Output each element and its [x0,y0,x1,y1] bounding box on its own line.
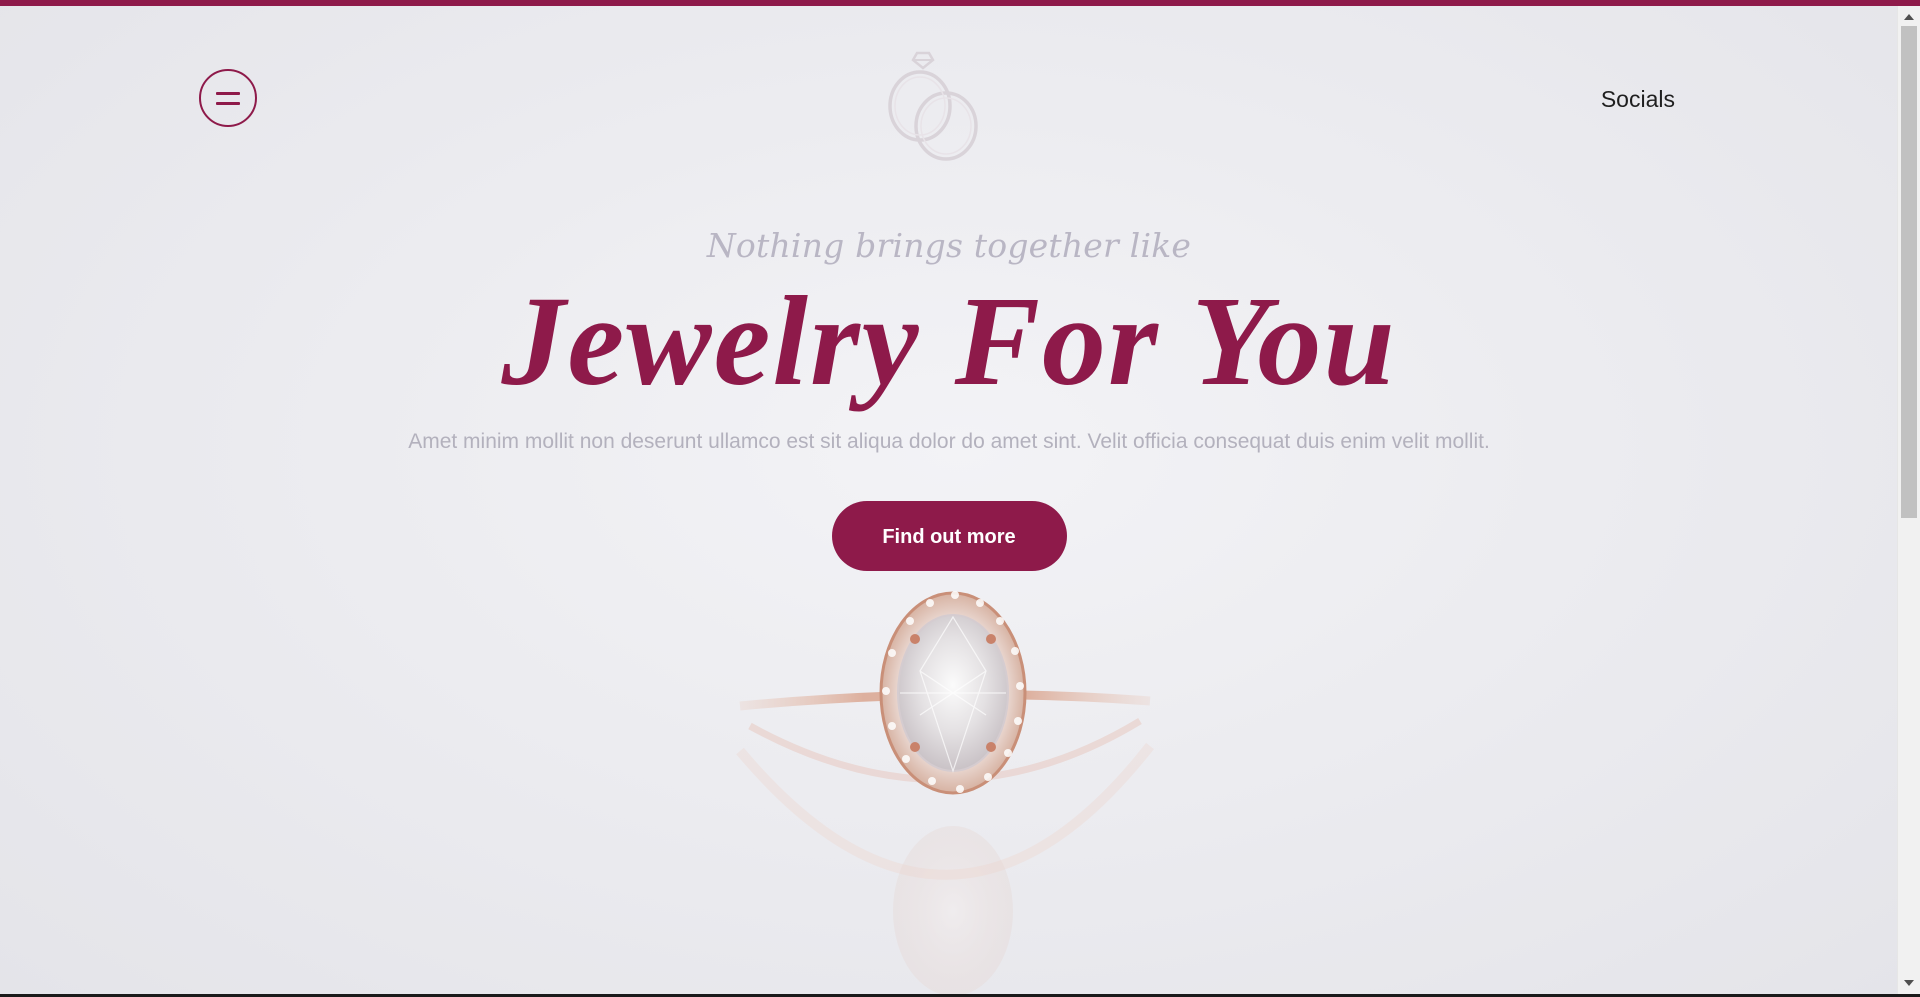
hamburger-icon-line [216,102,240,105]
hero-description: Amet minim mollit non deserunt ullamco e… [408,430,1490,453]
hero-section: Nothing brings together like Jewelry For… [0,226,1898,571]
hero-eyebrow: Nothing brings together like [706,226,1192,265]
socials-link[interactable]: Socials [1601,86,1675,113]
landing-page: Socials Nothing brings together like Jew… [0,6,1898,994]
page-scrollbar[interactable] [1897,6,1920,994]
hero-headline: Jewelry For You [501,270,1397,412]
diamond-ring-image [736,591,1154,994]
viewport: Socials Nothing brings together like Jew… [0,0,1920,997]
wedding-rings-logo[interactable] [872,42,994,164]
scroll-up-icon[interactable] [1904,14,1914,20]
hamburger-icon [216,92,240,95]
scroll-down-icon[interactable] [1904,980,1914,986]
find-out-more-button[interactable]: Find out more [831,501,1067,571]
menu-button[interactable] [199,69,257,127]
scrollbar-thumb[interactable] [1901,26,1917,518]
